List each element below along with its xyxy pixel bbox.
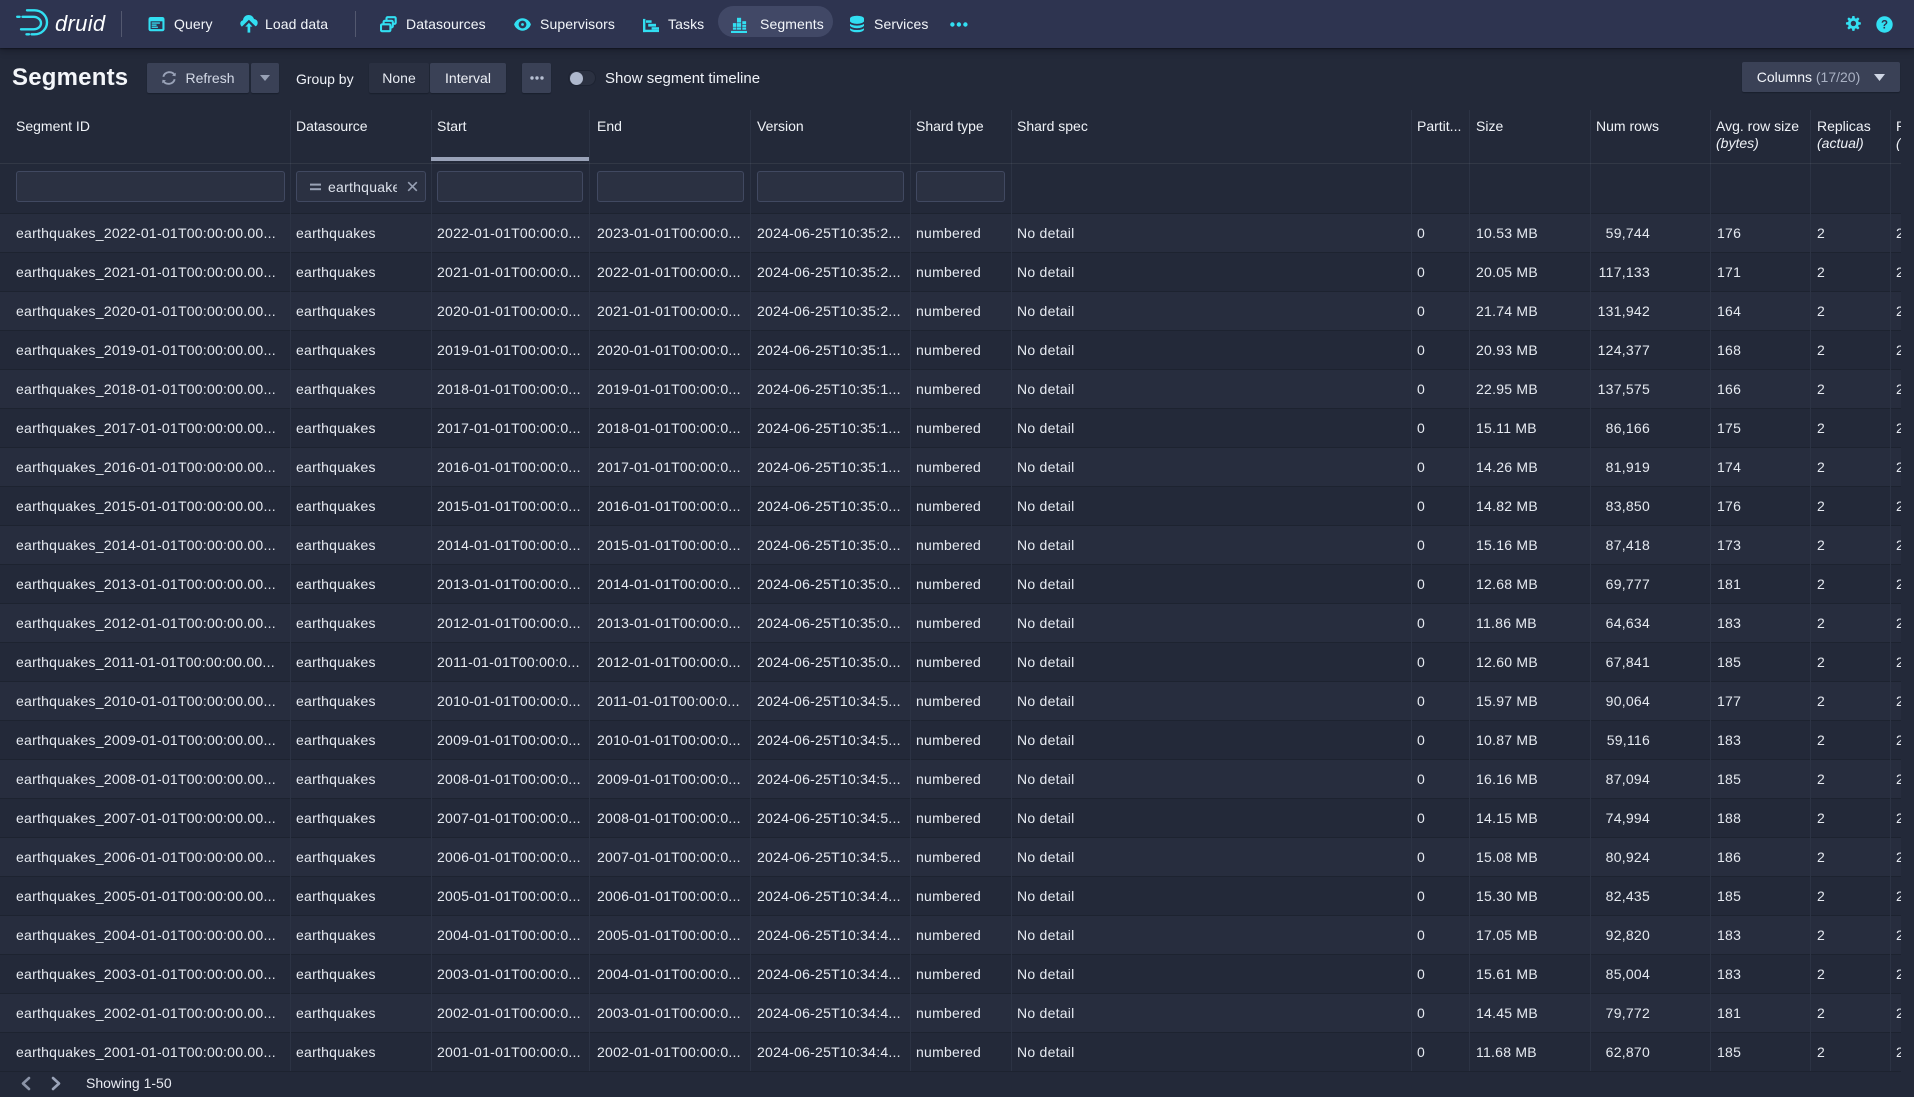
svg-text:?: ? (1881, 19, 1888, 31)
